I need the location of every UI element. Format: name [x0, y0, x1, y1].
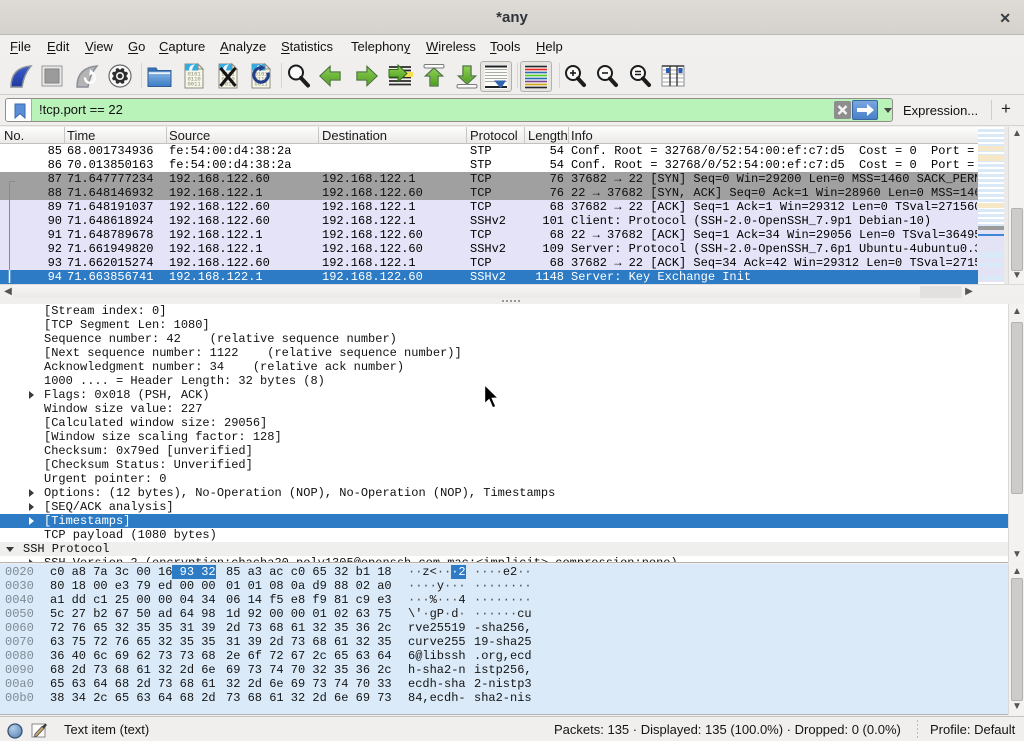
svg-text:0011: 0011 — [188, 81, 202, 88]
